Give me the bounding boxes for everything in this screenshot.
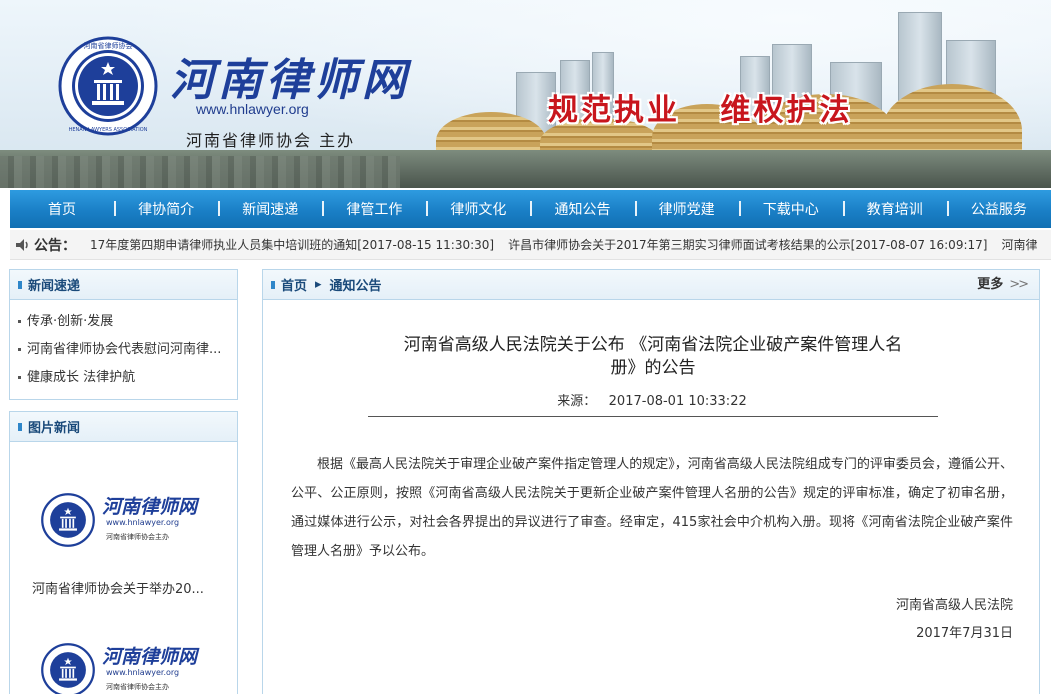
header-banner: 河南省律师协会 HENAN LAWYERS ASSOCIATION 河南律师网 …	[0, 0, 1051, 188]
lawyers-association-logo-icon	[41, 493, 95, 547]
notice-ticker: 公告： 17年度第四期申请律师执业人员集中培训班的通知[2017-08-15 1…	[10, 230, 1051, 260]
breadcrumb-notices[interactable]: 通知公告	[330, 275, 382, 294]
nav-training[interactable]: 教育培训	[842, 199, 947, 219]
nav-lawyer-management[interactable]: 律管工作	[322, 199, 426, 219]
lawyers-association-logo-icon	[41, 643, 95, 694]
bullet-icon	[18, 348, 21, 351]
breadcrumb: 首页 ▸ 通知公告 更多 >>	[263, 270, 1039, 300]
article-title: 河南省高级人民法院关于公布 《河南省法院企业破产案件管理人名册》的公告	[403, 335, 903, 378]
bullet-icon	[271, 280, 275, 289]
thumbnail-host: 河南省律师协会主办	[106, 533, 169, 541]
news-box-header: 新闻速递	[10, 270, 237, 300]
article-meta: 来源： 2017-08-01 10:33:22	[557, 394, 747, 409]
site-url: www.hnlawyer.org	[196, 101, 309, 117]
picture-news-caption[interactable]: 河南省律师协会关于举办20...	[32, 578, 204, 597]
speaker-icon	[16, 238, 28, 251]
banner-ground-texture	[0, 156, 400, 188]
bullet-icon	[18, 376, 21, 379]
more-label: 更多	[977, 277, 1004, 292]
list-item[interactable]: 河南省律师协会代表慰问河南律...	[18, 336, 237, 364]
nav-notices[interactable]: 通知公告	[530, 199, 634, 219]
news-box: 新闻速递 传承·创新·发展 河南省律师协会代表慰问河南律... 健康成长 法律护…	[9, 269, 238, 400]
notice-item[interactable]: 许昌市律师协会关于2017年第三期实习律师面试考核结果的公示[2017-08-0…	[508, 236, 987, 253]
thumbnail-url: www.hnlawyer.org	[106, 518, 180, 527]
lawyers-association-logo-icon[interactable]: 河南省律师协会 HENAN LAWYERS ASSOCIATION	[58, 36, 158, 136]
double-chevron-right-icon: >>	[1009, 277, 1029, 292]
picture-news-thumbnail[interactable]: 河南律师网 www.hnlawyer.org 河南省律师协会主办	[40, 638, 200, 694]
article-panel: 首页 ▸ 通知公告 更多 >> 河南省高级人民法院关于公布 《河南省法院企业破产案…	[262, 269, 1040, 694]
news-list: 传承·创新·发展 河南省律师协会代表慰问河南律... 健康成长 法律护航	[10, 300, 237, 392]
news-box-title[interactable]: 新闻速递	[28, 275, 80, 294]
article-body: 根据《最高人民法院关于审理企业破产案件指定管理人的规定》，河南省高级人民法院组成…	[291, 457, 1013, 559]
breadcrumb-separator-icon: ▸	[315, 277, 322, 292]
thumbnail-title: 河南律师网	[102, 496, 198, 518]
notice-item[interactable]: 河南律	[1001, 236, 1037, 253]
bullet-icon	[18, 422, 22, 431]
thumbnail-title: 河南律师网	[102, 646, 198, 668]
list-item[interactable]: 健康成长 法律护航	[18, 364, 237, 392]
thumbnail-url: www.hnlawyer.org	[106, 668, 180, 677]
picture-news-box: 图片新闻 河南律师网 www.hnlawyer.org 河南省律师协会主办 河南…	[9, 411, 238, 694]
nav-association-intro[interactable]: 律协简介	[114, 199, 218, 219]
nav-downloads[interactable]: 下载中心	[738, 199, 843, 219]
list-item[interactable]: 传承·创新·发展	[18, 308, 237, 336]
main-navigation: 首页 律协简介 新闻速递 律管工作 律师文化 通知公告 律师党建 下载中心 教育…	[10, 190, 1051, 228]
news-item-label: 河南省律师协会代表慰问河南律...	[27, 342, 222, 357]
news-item-label: 健康成长 法律护航	[27, 370, 136, 385]
nav-party-building[interactable]: 律师党建	[634, 199, 739, 219]
banner-slogan: 规范执业 维权护法	[548, 93, 853, 128]
nav-home[interactable]: 首页	[10, 199, 114, 219]
title-divider	[368, 416, 938, 417]
site-host: 河南省律师协会 主办	[186, 131, 356, 150]
nav-news[interactable]: 新闻速递	[218, 199, 322, 219]
nav-lawyer-culture[interactable]: 律师文化	[426, 199, 530, 219]
site-title[interactable]: 河南律师网	[170, 44, 410, 108]
breadcrumb-home[interactable]: 首页	[281, 275, 307, 294]
logo-top-text: 河南省律师协会	[84, 41, 133, 50]
news-item-label: 传承·创新·发展	[27, 314, 114, 329]
thumbnail-host: 河南省律师协会主办	[106, 683, 169, 691]
article-date: 2017年7月31日	[916, 626, 1013, 641]
picture-news-header: 图片新闻	[10, 412, 237, 442]
more-link[interactable]: 更多 >>	[977, 270, 1029, 300]
picture-news-title[interactable]: 图片新闻	[28, 417, 80, 436]
notice-item[interactable]: 17年度第四期申请律师执业人员集中培训班的通知[2017-08-15 11:30…	[90, 236, 494, 253]
notice-label: 公告：	[34, 237, 76, 254]
nav-public-service[interactable]: 公益服务	[946, 199, 1051, 219]
article-signer: 河南省高级人民法院	[895, 598, 1013, 613]
logo-ring-text: HENAN LAWYERS ASSOCIATION	[69, 127, 148, 133]
bullet-icon	[18, 280, 22, 289]
bullet-icon	[18, 320, 21, 323]
picture-news-thumbnail[interactable]: 河南律师网 www.hnlawyer.org 河南省律师协会主办	[40, 488, 200, 560]
